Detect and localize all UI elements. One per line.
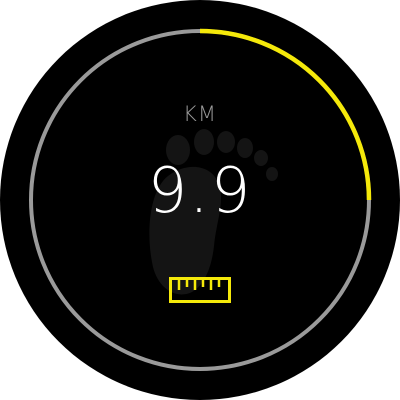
distance-value: 9.9 [147,154,253,227]
ruler-icon [169,277,231,303]
watch-face: KM 9.9 [0,0,400,400]
unit-label: KM [183,102,217,126]
screen: KM 9.9 [0,0,400,400]
